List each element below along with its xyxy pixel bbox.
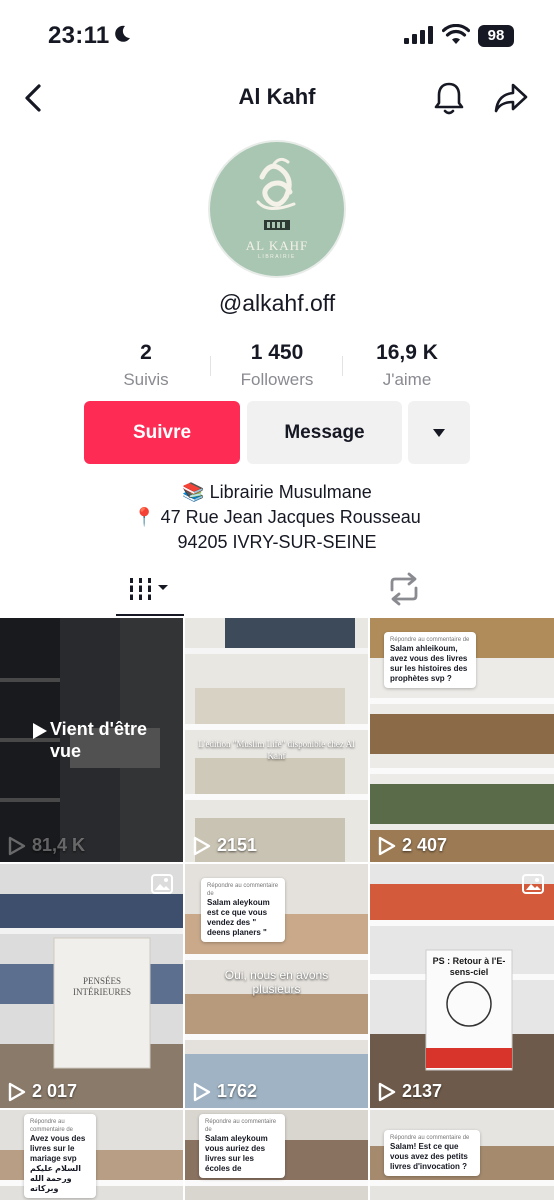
view-count-value: 81,4 K [32, 835, 86, 855]
status-bar: 23:11 98 [0, 0, 554, 72]
stat-followers-label: Followers [240, 370, 314, 389]
video-thumbnail[interactable]: Répondre au commentaire de Salam aleykou… [185, 1110, 368, 1200]
comment-bubble: Répondre au commentaire de Avez vous des… [24, 1114, 96, 1198]
play-outline-icon [193, 1082, 211, 1101]
video-thumbnail[interactable]: PENSÉES INTÉRIEURES 2 017 [0, 864, 183, 1108]
play-outline-icon [8, 1082, 26, 1101]
bell-icon[interactable] [432, 80, 466, 116]
view-count: 1762 [193, 1081, 257, 1102]
video-thumbnail[interactable]: Répondre au commentaire de Salam aleykou… [185, 864, 368, 1108]
bio-line: 📍 47 Rue Jean Jacques Rousseau [133, 507, 421, 527]
avatar-logo-text: AL KAHF [245, 238, 309, 253]
video-thumbnail[interactable]: Répondre au commentaire de Salam ahleiko… [370, 618, 554, 862]
stat-following-label: Suivis [123, 370, 169, 389]
profile-handle: @alkahf.off [218, 290, 336, 316]
reply-label: Répondre au commentaire de [205, 1119, 277, 1133]
reply-label: Répondre au commentaire de [207, 883, 279, 897]
more-options-button[interactable] [408, 401, 470, 464]
comment-text: Salam! Est ce que vous avez des petits l… [390, 1142, 468, 1171]
caret-down-icon [433, 428, 445, 437]
view-count: 81,4 K [8, 835, 85, 856]
reply-label: Répondre au commentaire de [390, 1135, 470, 1141]
view-count-value: 2137 [402, 1081, 443, 1101]
comment-bubble: Répondre au commentaire de Salam aleykou… [201, 878, 285, 942]
follow-button[interactable]: Suivre [84, 401, 240, 464]
photo-icon [522, 874, 544, 894]
view-count-value: 2 017 [32, 1081, 78, 1101]
wifi-icon [442, 24, 470, 44]
message-button[interactable]: Message [247, 401, 402, 464]
comment-text: Salam aleykoum est ce que vous vendez de… [207, 898, 270, 937]
comment-text: Salam ahleikoum, avez vous des livres su… [390, 644, 468, 683]
comment-text: Avez vous des livres sur le mariage svp … [30, 1134, 86, 1193]
signal-icon [404, 26, 433, 44]
comment-text: Salam aleykoum vous auriez des livres su… [205, 1134, 268, 1173]
thumbnail-image [370, 864, 554, 1108]
view-count-value: 2 407 [402, 835, 448, 855]
comment-bubble: Répondre au commentaire de Salam aleykou… [199, 1114, 285, 1178]
stat-likes: 16,9 K J'aime [337, 340, 477, 394]
view-count: 2137 [378, 1081, 442, 1102]
calligraphy-logo-icon [256, 157, 296, 230]
comment-bubble: Répondre au commentaire de Salam! Est ce… [384, 1130, 480, 1176]
video-thumbnail[interactable]: L'edition "Muslim Life" disponible chez … [185, 618, 368, 862]
moon-icon [115, 25, 130, 42]
play-outline-icon [378, 1082, 396, 1101]
bio-line: 📚 Librairie Musulmane [182, 482, 372, 502]
tab-reposts[interactable] [384, 568, 424, 616]
video-grid-icon [130, 578, 168, 600]
repost-icon [390, 572, 418, 606]
share-icon[interactable] [493, 82, 529, 114]
view-count-value: 2151 [217, 835, 258, 855]
view-count: 2 017 [8, 1081, 77, 1102]
play-outline-icon [8, 836, 26, 855]
battery-indicator: 98 [478, 25, 514, 47]
stat-followers-value: 1 450 [250, 341, 304, 364]
status-time: 23:11 [48, 22, 110, 49]
play-outline-icon [193, 836, 211, 855]
profile-bio: 📚 Librairie Musulmane 📍 47 Rue Jean Jacq… [0, 480, 554, 555]
view-count: 2 407 [378, 835, 447, 856]
page-title: Al Kahf [238, 84, 316, 109]
book-title: PENSÉES INTÉRIEURES [73, 976, 131, 997]
profile-header: Al Kahf [0, 72, 554, 124]
video-thumbnail[interactable]: Répondre au commentaire de Avez vous des… [0, 1110, 183, 1200]
view-count: 2151 [193, 835, 257, 856]
reply-label: Répondre au commentaire de [30, 1119, 74, 1133]
just-watched-label: Vient d'être vue [50, 719, 147, 761]
stat-likes-label: J'aime [382, 370, 432, 389]
view-count-value: 1762 [217, 1081, 258, 1101]
reply-label: Répondre au commentaire de [390, 637, 470, 643]
video-caption: L'edition "Muslim Life" disponible chez … [198, 739, 355, 761]
video-thumbnail[interactable]: PS : Retour à l'E-sens-ciel 2137 [370, 864, 554, 1108]
play-outline-icon [378, 836, 396, 855]
stat-followers[interactable]: 1 450 Followers [207, 340, 347, 394]
stat-following[interactable]: 2 Suivis [76, 340, 216, 394]
video-grid: Vient d'être vue 81,4 K L'edition "Musli… [0, 618, 554, 1200]
profile-avatar[interactable]: AL KAHF LIBRAIRIE [208, 140, 346, 278]
video-caption: Oui, nous en avons plusieurs [224, 968, 329, 996]
stat-likes-value: 16,9 K [376, 341, 438, 364]
photo-icon [151, 874, 173, 894]
avatar-logo-subtext: LIBRAIRIE [258, 254, 296, 260]
tab-videos[interactable] [116, 568, 184, 616]
bio-line: 94205 IVRY-SUR-SEINE [177, 532, 377, 552]
book-title: PS : Retour à l'E-sens-ciel [432, 956, 506, 977]
video-thumbnail[interactable]: Répondre au commentaire de Salam! Est ce… [370, 1110, 554, 1200]
video-thumbnail[interactable]: Vient d'être vue 81,4 K [0, 618, 183, 862]
play-icon [33, 723, 47, 739]
comment-bubble: Répondre au commentaire de Salam ahleiko… [384, 632, 476, 688]
stat-following-value: 2 [140, 341, 152, 364]
